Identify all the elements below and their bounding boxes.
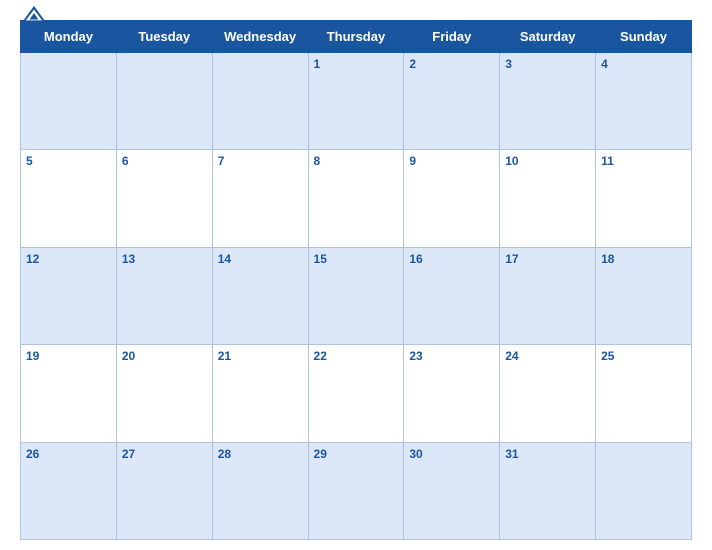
- day-number: 3: [505, 57, 512, 71]
- calendar-day-cell: 29: [308, 442, 404, 539]
- day-number: 18: [601, 252, 614, 266]
- day-number: 29: [314, 447, 327, 461]
- calendar-day-cell: 12: [21, 247, 117, 344]
- day-number: 27: [122, 447, 135, 461]
- calendar-day-cell: 14: [212, 247, 308, 344]
- calendar-day-cell: 3: [500, 53, 596, 150]
- day-number: 19: [26, 349, 39, 363]
- day-number: 13: [122, 252, 135, 266]
- calendar-day-cell: 28: [212, 442, 308, 539]
- calendar-table: MondayTuesdayWednesdayThursdayFridaySatu…: [20, 20, 692, 540]
- day-number: 4: [601, 57, 608, 71]
- day-number: 15: [314, 252, 327, 266]
- weekday-header: Monday: [21, 21, 117, 53]
- calendar-day-cell: 17: [500, 247, 596, 344]
- day-number: 24: [505, 349, 518, 363]
- calendar-day-cell: 10: [500, 150, 596, 247]
- calendar-day-cell: 4: [596, 53, 692, 150]
- day-number: 28: [218, 447, 231, 461]
- day-number: 16: [409, 252, 422, 266]
- calendar-header-row: MondayTuesdayWednesdayThursdayFridaySatu…: [21, 21, 692, 53]
- day-number: 21: [218, 349, 231, 363]
- calendar-day-cell: 13: [116, 247, 212, 344]
- day-number: 8: [314, 154, 321, 168]
- calendar-week-row: 1 2 3 4: [21, 53, 692, 150]
- calendar-day-cell: 9: [404, 150, 500, 247]
- calendar-day-cell: 11: [596, 150, 692, 247]
- day-number: 30: [409, 447, 422, 461]
- day-number: 26: [26, 447, 39, 461]
- calendar-week-row: 19 20 21 22 23 24 25: [21, 345, 692, 442]
- day-number: 12: [26, 252, 39, 266]
- calendar-day-cell: 5: [21, 150, 117, 247]
- calendar-day-cell: 24: [500, 345, 596, 442]
- calendar-day-cell: 30: [404, 442, 500, 539]
- calendar-day-cell: 31: [500, 442, 596, 539]
- weekday-header: Friday: [404, 21, 500, 53]
- logo: [20, 4, 51, 24]
- calendar-day-cell: 27: [116, 442, 212, 539]
- calendar-day-cell: 16: [404, 247, 500, 344]
- day-number: 2: [409, 57, 416, 71]
- day-number: 20: [122, 349, 135, 363]
- calendar-week-row: 12 13 14 15 16 17 18: [21, 247, 692, 344]
- logo-icon: [20, 4, 48, 24]
- calendar-day-cell: [21, 53, 117, 150]
- calendar-day-cell: [116, 53, 212, 150]
- day-number: 9: [409, 154, 416, 168]
- day-number: 25: [601, 349, 614, 363]
- day-number: 6: [122, 154, 129, 168]
- calendar-week-row: 5 6 7 8 9 10 11: [21, 150, 692, 247]
- calendar-day-cell: [596, 442, 692, 539]
- weekday-header: Tuesday: [116, 21, 212, 53]
- day-number: 5: [26, 154, 33, 168]
- calendar-day-cell: [212, 53, 308, 150]
- calendar-day-cell: 21: [212, 345, 308, 442]
- day-number: 1: [314, 57, 321, 71]
- day-number: 10: [505, 154, 518, 168]
- day-number: 7: [218, 154, 225, 168]
- calendar-day-cell: 8: [308, 150, 404, 247]
- calendar-week-row: 26 27 28 29 30 31: [21, 442, 692, 539]
- weekday-header: Wednesday: [212, 21, 308, 53]
- calendar-day-cell: 7: [212, 150, 308, 247]
- day-number: 22: [314, 349, 327, 363]
- weekday-header: Sunday: [596, 21, 692, 53]
- day-number: 31: [505, 447, 518, 461]
- calendar-day-cell: 18: [596, 247, 692, 344]
- day-number: 11: [601, 154, 614, 168]
- day-number: 23: [409, 349, 422, 363]
- calendar-day-cell: 15: [308, 247, 404, 344]
- calendar-day-cell: 23: [404, 345, 500, 442]
- weekday-header: Thursday: [308, 21, 404, 53]
- calendar-day-cell: 20: [116, 345, 212, 442]
- day-number: 17: [505, 252, 518, 266]
- calendar-day-cell: 25: [596, 345, 692, 442]
- calendar-day-cell: 26: [21, 442, 117, 539]
- weekday-header: Saturday: [500, 21, 596, 53]
- day-number: 14: [218, 252, 231, 266]
- calendar-day-cell: 19: [21, 345, 117, 442]
- calendar-day-cell: 1: [308, 53, 404, 150]
- calendar-day-cell: 6: [116, 150, 212, 247]
- calendar-day-cell: 22: [308, 345, 404, 442]
- calendar-day-cell: 2: [404, 53, 500, 150]
